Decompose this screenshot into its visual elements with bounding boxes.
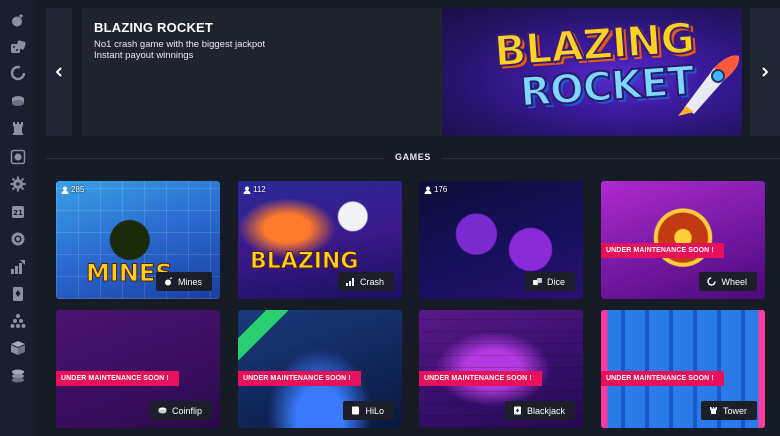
plinko-icon[interactable] xyxy=(9,312,27,330)
bars-icon xyxy=(345,278,354,286)
game-name: Tower xyxy=(722,405,747,416)
tower-button[interactable]: Tower xyxy=(700,401,757,420)
dice-icon xyxy=(532,278,542,285)
wheel-icon xyxy=(707,277,717,286)
coinflip-icon[interactable] xyxy=(9,92,27,110)
card-icon xyxy=(352,406,360,415)
user-icon xyxy=(243,186,251,194)
crash-button[interactable]: Crash xyxy=(337,272,394,291)
maintenance-badge: UNDER MAINTENANCE SOON ! xyxy=(419,371,542,386)
banner-art: BLAZING ROCKET xyxy=(442,8,742,136)
wheel-button[interactable]: Wheel xyxy=(699,272,757,291)
game-card-coinflip[interactable]: UNDER MAINTENANCE SOON ! Coinflip xyxy=(56,310,220,428)
mines-button[interactable]: Mines xyxy=(155,272,212,291)
game-name: Coinflip xyxy=(171,405,202,416)
banner-title: BLAZING ROCKET xyxy=(94,20,214,35)
banner-description-2: Instant payout winnings xyxy=(94,50,194,61)
cards-icon[interactable]: 21 xyxy=(9,203,27,221)
tower-icon[interactable] xyxy=(9,119,27,137)
player-count: 285 xyxy=(61,185,84,194)
player-count-value: 176 xyxy=(434,185,448,194)
game-card-hilo[interactable]: UNDER MAINTENANCE SOON ! HiLo xyxy=(238,310,402,428)
maintenance-badge: UNDER MAINTENANCE SOON ! xyxy=(238,371,361,386)
svg-text:21: 21 xyxy=(13,209,23,217)
roulette-icon[interactable] xyxy=(9,148,27,166)
maintenance-badge: UNDER MAINTENANCE SOON ! xyxy=(601,243,724,258)
bomb-icon xyxy=(164,277,173,286)
player-count: 112 xyxy=(243,185,266,194)
app: 21 BLAZING ROCKET No1 crash game with th… xyxy=(0,0,780,436)
games-section-header: GAMES xyxy=(46,150,780,166)
player-count-value: 285 xyxy=(71,185,85,194)
player-count-value: 112 xyxy=(253,185,266,194)
blackjack-icon[interactable] xyxy=(9,285,27,303)
banner-prev-button[interactable] xyxy=(46,8,72,136)
rocket-icon xyxy=(678,55,740,116)
section-title: GAMES xyxy=(394,152,431,162)
banner-next-button[interactable] xyxy=(750,8,780,136)
chevron-left-icon xyxy=(55,67,62,77)
banner-description-1: No1 crash game with the biggest jackpot xyxy=(94,39,266,50)
player-count: 176 xyxy=(424,185,447,194)
game-name: Blackjack xyxy=(526,405,565,416)
card-icon xyxy=(513,406,521,415)
chevron-right-icon xyxy=(762,67,769,77)
game-card-dice[interactable]: 176 Dice xyxy=(419,181,583,299)
sidebar: 21 xyxy=(0,0,36,436)
game-card-tower[interactable]: UNDER MAINTENANCE SOON ! Tower xyxy=(601,310,765,428)
game-name: Mines xyxy=(177,276,202,287)
user-icon xyxy=(61,186,69,194)
game-card-crash[interactable]: BLAZING 112 Crash xyxy=(238,181,402,299)
game-card-mines[interactable]: MINES 285 Mines xyxy=(56,181,220,299)
chart-icon[interactable] xyxy=(9,258,27,276)
maintenance-badge: UNDER MAINTENANCE SOON ! xyxy=(56,371,179,386)
tower-icon xyxy=(709,407,717,414)
maintenance-badge: UNDER MAINTENANCE SOON ! xyxy=(601,371,724,386)
game-name: Crash xyxy=(359,276,384,287)
dice-icon[interactable] xyxy=(9,38,27,56)
game-card-blackjack[interactable]: UNDER MAINTENANCE SOON ! Blackjack xyxy=(419,310,583,428)
bomb-icon[interactable] xyxy=(9,11,27,29)
banner-slide[interactable]: BLAZING ROCKET No1 crash game with the b… xyxy=(82,8,742,136)
crash-art-title: BLAZING xyxy=(249,249,359,275)
coins-icon[interactable] xyxy=(9,367,27,385)
hilo-button[interactable]: HiLo xyxy=(343,401,394,420)
game-name: Dice xyxy=(546,276,565,287)
chip-icon[interactable] xyxy=(9,230,27,248)
blackjack-button[interactable]: Blackjack xyxy=(504,401,575,420)
game-card-wheel[interactable]: UNDER MAINTENANCE SOON ! Wheel xyxy=(601,181,765,299)
game-name: HiLo xyxy=(365,405,384,416)
divider xyxy=(442,158,780,159)
coin-icon xyxy=(158,407,167,414)
crash-icon[interactable] xyxy=(9,64,27,82)
dice-button[interactable]: Dice xyxy=(524,272,575,291)
game-name: Wheel xyxy=(721,276,747,287)
wheel-icon[interactable] xyxy=(9,175,27,193)
user-icon xyxy=(424,186,432,194)
coinflip-button[interactable]: Coinflip xyxy=(149,401,212,420)
promo-banner: BLAZING ROCKET No1 crash game with the b… xyxy=(46,8,780,136)
cases-icon[interactable] xyxy=(9,339,27,357)
